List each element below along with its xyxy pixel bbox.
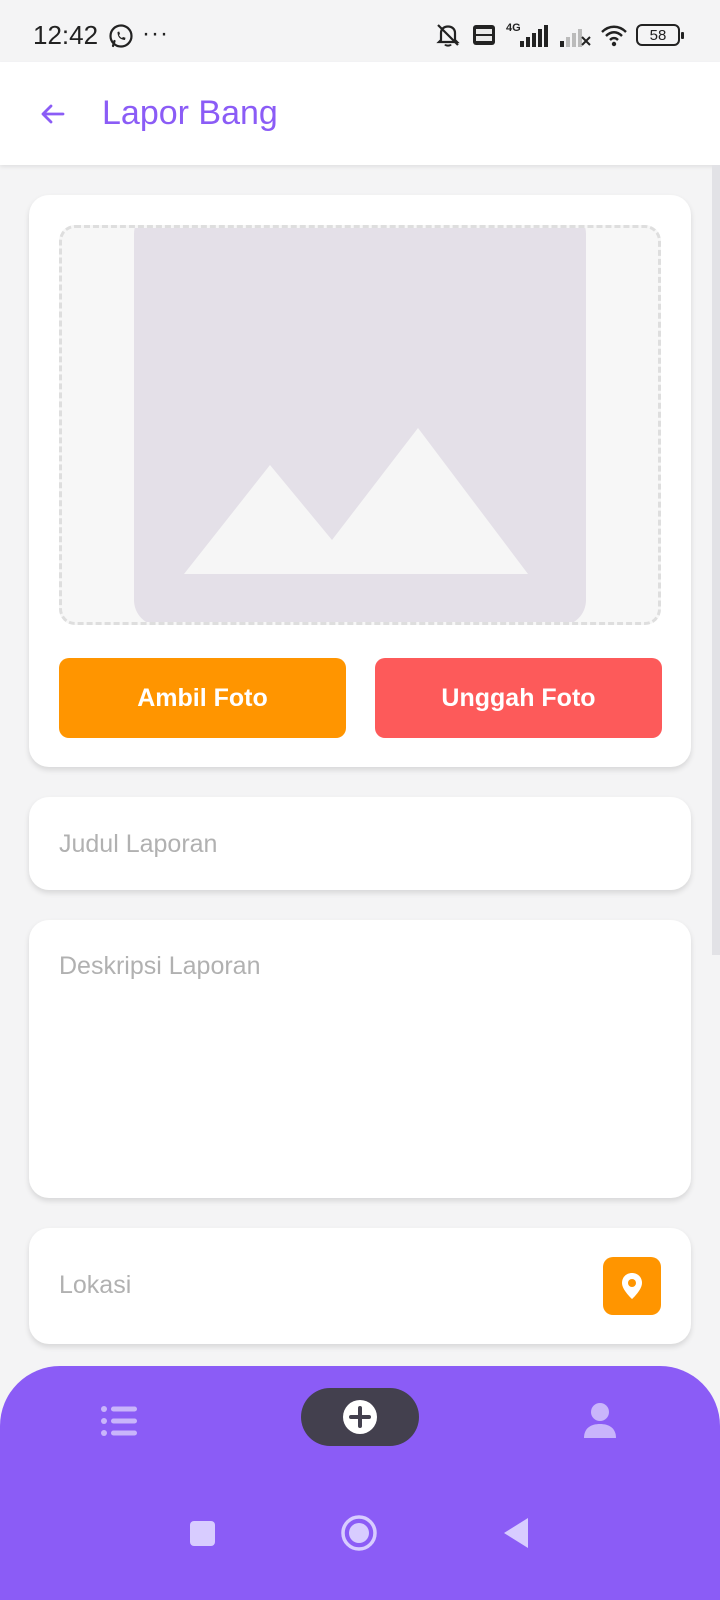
bell-off-icon xyxy=(436,24,460,47)
status-bar: 12:42 ··· 4G 58 xyxy=(0,0,720,62)
user-icon[interactable] xyxy=(582,1402,618,1440)
pick-location-button[interactable] xyxy=(603,1257,661,1315)
recent-apps-icon[interactable] xyxy=(189,1520,216,1547)
more-notifications: ··· xyxy=(142,20,169,47)
photo-preview-area[interactable] xyxy=(59,225,661,625)
volte-icon xyxy=(473,25,495,45)
arrow-left-icon[interactable] xyxy=(36,98,68,130)
back-triangle-icon[interactable] xyxy=(502,1516,530,1550)
app-bar: Lapor Bang xyxy=(0,62,720,165)
page-title: Lapor Bang xyxy=(102,94,278,132)
image-placeholder-icon xyxy=(134,228,586,622)
battery-icon: 58 xyxy=(636,24,684,46)
title-field-card xyxy=(29,797,691,890)
report-description-input[interactable] xyxy=(59,952,659,1172)
take-photo-button[interactable]: Ambil Foto xyxy=(59,658,346,738)
signal-icon: 4G xyxy=(506,22,548,47)
bottom-navigation xyxy=(0,1366,720,1600)
description-field-card xyxy=(29,920,691,1198)
scrollbar[interactable] xyxy=(712,165,720,955)
signal-weak-icon xyxy=(560,29,591,47)
battery-level: 58 xyxy=(649,26,667,44)
system-navigation-bar xyxy=(0,1506,720,1566)
status-icons: 4G 58 xyxy=(434,20,684,50)
upload-photo-button[interactable]: Unggah Foto xyxy=(375,658,662,738)
network-type: 4G xyxy=(506,22,521,34)
add-report-tab[interactable] xyxy=(301,1388,419,1446)
list-icon[interactable] xyxy=(100,1404,138,1438)
photo-card: Ambil Foto Unggah Foto xyxy=(29,195,691,767)
location-field-card xyxy=(29,1228,691,1344)
home-icon[interactable] xyxy=(340,1514,378,1552)
whatsapp-icon xyxy=(109,24,133,48)
report-title-input[interactable] xyxy=(59,827,659,861)
map-pin-icon xyxy=(622,1273,642,1299)
status-time: 12:42 xyxy=(33,20,99,50)
add-circle-icon xyxy=(343,1400,377,1434)
location-input[interactable] xyxy=(59,1268,579,1302)
wifi-icon xyxy=(601,25,627,47)
